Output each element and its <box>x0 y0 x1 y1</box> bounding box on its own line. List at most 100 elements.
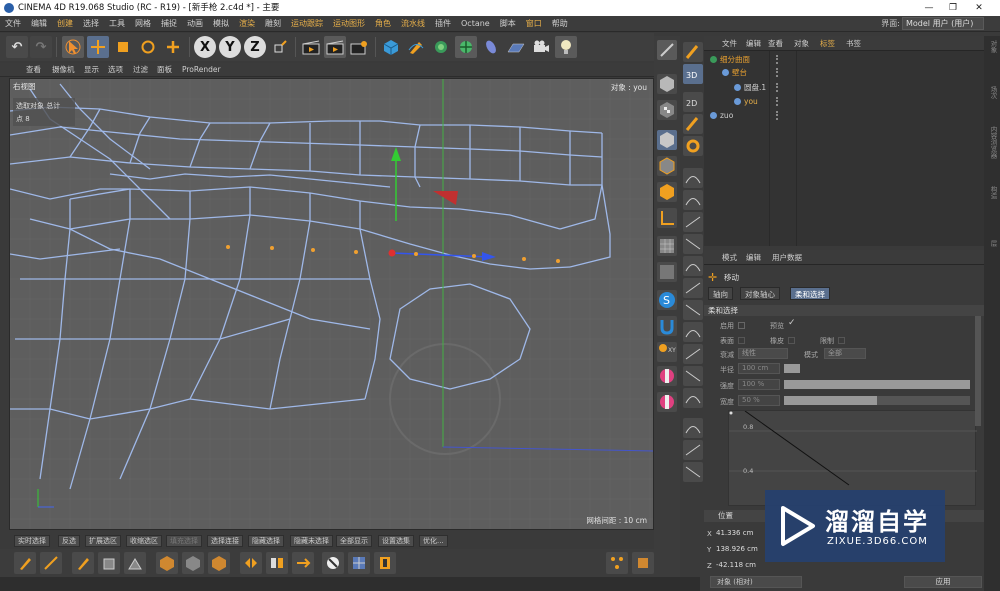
right-edge-tab[interactable]: 场次 <box>986 86 998 99</box>
spline-1-button[interactable] <box>683 168 703 188</box>
menu-item[interactable]: 帮助 <box>547 16 573 32</box>
z-position-field[interactable]: -42.118 cm <box>716 560 766 571</box>
viewport[interactable]: 右视图 对象 : you 选取对象 总计 点 8 网格间距 : 10 cm <box>9 78 654 530</box>
knife-tool-button[interactable] <box>40 552 62 574</box>
apply-button[interactable]: 应用 <box>904 576 982 588</box>
object-manager-menu-item[interactable]: 对象 <box>794 36 809 51</box>
menu-item[interactable]: 雕刻 <box>260 16 286 32</box>
spline-10-button[interactable] <box>683 366 703 386</box>
camera-button[interactable] <box>530 36 552 58</box>
object-manager-menu-item[interactable]: 编辑 <box>746 36 761 51</box>
rotate-tool-button[interactable] <box>137 36 159 58</box>
visibility-dots-icon[interactable] <box>776 55 780 64</box>
menu-item[interactable]: 选择 <box>78 16 104 32</box>
spline-2-button[interactable] <box>683 190 703 210</box>
move-gizmo-y-arrow[interactable] <box>391 147 401 161</box>
viewport-menu-item[interactable]: 显示 <box>84 63 99 77</box>
render-view-button[interactable] <box>300 36 322 58</box>
gear-tool-button[interactable] <box>683 136 703 156</box>
spline-9-button[interactable] <box>683 344 703 364</box>
spline-8-button[interactable] <box>683 322 703 342</box>
align-button[interactable] <box>266 552 288 574</box>
visibility-dots-icon[interactable] <box>776 68 780 77</box>
selection-command-button[interactable]: 填充选择 <box>166 535 202 547</box>
restrict-checkbox[interactable] <box>838 337 845 344</box>
extrude-button[interactable] <box>98 552 120 574</box>
bevel-button[interactable] <box>124 552 146 574</box>
maximize-button[interactable]: ❐ <box>942 0 964 16</box>
strength-slider[interactable] <box>784 380 970 389</box>
y-axis-lock-button[interactable]: Y <box>219 36 241 58</box>
selection-command-button[interactable]: 实时选择 <box>14 535 50 547</box>
menu-item[interactable]: 文件 <box>0 16 26 32</box>
snap-button[interactable] <box>292 552 314 574</box>
viewport-menu-item[interactable]: ProRender <box>182 63 221 77</box>
attribute-menu-item[interactable]: 模式 <box>722 250 737 265</box>
width-slider[interactable] <box>784 396 970 405</box>
selection-command-button[interactable]: 隐藏未选择 <box>290 535 333 547</box>
object-manager-menu-item[interactable]: 标签 <box>820 36 835 51</box>
spline-12-button[interactable] <box>683 418 703 438</box>
spline-pen-button[interactable] <box>405 36 427 58</box>
texture-mode-button[interactable] <box>657 100 677 120</box>
mirror-button[interactable] <box>240 552 262 574</box>
menu-item[interactable]: Octane <box>456 16 495 32</box>
selection-command-button[interactable]: 设置选集 <box>378 535 414 547</box>
attribute-tab[interactable]: 对象轴心 <box>740 287 780 300</box>
spline-14-button[interactable] <box>683 462 703 482</box>
width-field[interactable]: 50 % <box>738 395 780 406</box>
edges-mode-button[interactable] <box>182 552 204 574</box>
move-gizmo-plane[interactable] <box>433 191 458 205</box>
pen-tool-button[interactable] <box>72 552 94 574</box>
viewport-menu-item[interactable]: 面板 <box>157 63 172 77</box>
snap-settings-button[interactable] <box>657 262 677 282</box>
3d-view-button[interactable]: 3D <box>683 64 703 84</box>
coordinate-space-select[interactable]: 对象 (相对) <box>710 576 802 588</box>
light-axis-button[interactable]: XY <box>657 342 677 362</box>
recent-tool-button[interactable] <box>162 36 184 58</box>
selection-command-button[interactable]: 优化... <box>419 535 448 547</box>
object-row[interactable]: you <box>704 95 984 108</box>
menu-item[interactable]: 网格 <box>130 16 156 32</box>
model-mode-button[interactable] <box>657 74 677 94</box>
spline-5-button[interactable] <box>683 256 703 276</box>
gizmo-origin[interactable] <box>388 249 396 257</box>
menu-item[interactable]: 捕捉 <box>156 16 182 32</box>
mode-select[interactable]: 全部 <box>824 348 866 359</box>
menu-item[interactable]: 窗口 <box>521 16 547 32</box>
disable-button[interactable] <box>322 552 344 574</box>
menu-item[interactable]: 模拟 <box>208 16 234 32</box>
undo-button[interactable]: ↶ <box>6 36 28 58</box>
attribute-tab[interactable]: 柔和选择 <box>790 287 830 300</box>
make-editable-button[interactable] <box>657 40 677 60</box>
attribute-scrollbar[interactable] <box>975 316 981 426</box>
radius-field[interactable]: 100 cm <box>738 363 780 374</box>
enable-checkbox[interactable] <box>738 322 745 329</box>
move-tool-button[interactable] <box>87 36 109 58</box>
z-axis-lock-button[interactable]: Z <box>244 36 266 58</box>
magnet-button[interactable] <box>657 316 677 336</box>
viewport-menu-item[interactable]: 选项 <box>108 63 123 77</box>
menu-item[interactable]: 渲染 <box>234 16 260 32</box>
viewport-canvas[interactable] <box>10 79 654 530</box>
falloff-select[interactable]: 线性 <box>738 348 788 359</box>
spline-6-button[interactable] <box>683 278 703 298</box>
brush-tool-button[interactable] <box>14 552 36 574</box>
menu-item[interactable]: 运动跟踪 <box>286 16 328 32</box>
menu-item[interactable]: 动画 <box>182 16 208 32</box>
y-position-field[interactable]: 138.926 cm <box>716 544 766 555</box>
object-manager-menu-item[interactable]: 文件 <box>722 36 737 51</box>
spline-11-button[interactable] <box>683 388 703 408</box>
polygons-button[interactable] <box>657 182 677 202</box>
menu-item[interactable]: 运动图形 <box>328 16 370 32</box>
2d-view-button[interactable]: 2D <box>683 92 703 112</box>
visibility-dots-icon[interactable] <box>776 111 780 120</box>
attribute-menu-item[interactable]: 用户数据 <box>772 250 802 265</box>
spline-7-button[interactable] <box>683 300 703 320</box>
menu-item[interactable]: 编辑 <box>26 16 52 32</box>
spline-3-button[interactable] <box>683 212 703 232</box>
menu-item[interactable]: 插件 <box>430 16 456 32</box>
right-edge-tab[interactable]: 对象 <box>986 40 998 53</box>
object-manager-menu-item[interactable]: 书签 <box>846 36 861 51</box>
x-axis-lock-button[interactable]: X <box>194 36 216 58</box>
